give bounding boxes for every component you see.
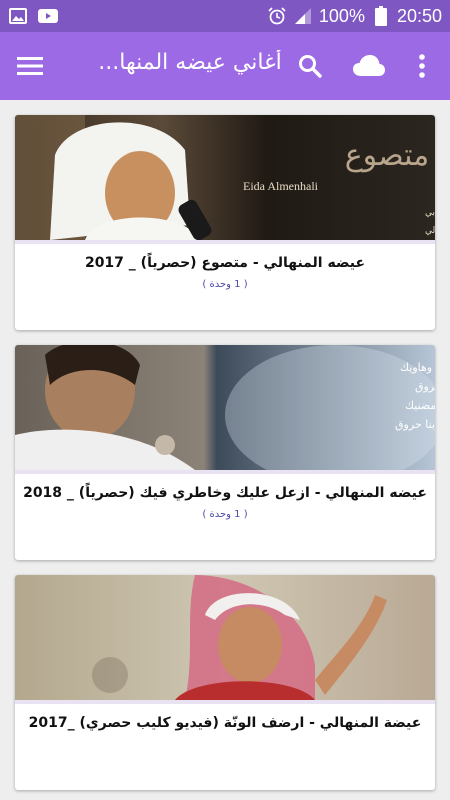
divider	[15, 240, 435, 244]
thumbnail-lyric-line: والشوق مضنيني ومضنيك	[405, 399, 435, 412]
youtube-icon	[38, 7, 58, 25]
song-count: ( 1 وحدة )	[202, 279, 248, 290]
list-item[interactable]: ما دامني مغرم وهاويك وغلاي يجري لك في ال…	[15, 345, 435, 560]
cloud-icon[interactable]	[352, 52, 386, 80]
thumbnail-lyric-line: ما دامني مغرم وهاويك	[400, 361, 435, 374]
song-thumbnail: متصوع Eida Almenhali كلمات : سعيد بن مصل…	[15, 115, 435, 240]
status-bar: 100% 20:50	[0, 0, 450, 32]
thumbnail-calligraphy: متصوع	[345, 138, 430, 173]
thumbnail-credit-composer: الحان : عيضه المنهالي	[425, 226, 435, 236]
song-count: ( 1 وحدة )	[202, 509, 248, 520]
alarm-icon	[267, 7, 287, 25]
list-item[interactable]: متصوع Eida Almenhali كلمات : سعيد بن مصل…	[15, 115, 435, 330]
thumbnail-credit-lyrics: كلمات : سعيد بن مصلح الاحبابي	[425, 208, 435, 218]
image-icon	[8, 7, 28, 25]
more-vert-icon[interactable]	[412, 52, 432, 80]
divider	[15, 470, 435, 474]
thumbnail-lyric-line: وش له نزيد قلوبنا حروق	[395, 418, 435, 431]
search-icon[interactable]	[296, 52, 324, 80]
svg-text:متصوع: متصوع	[345, 138, 430, 173]
thumbnail-artist-name: Eida Almenhali	[243, 179, 319, 193]
battery-percentage: 100%	[318, 5, 365, 26]
song-title: عيضه المنهالي - ازعل عليك وخاطري فيك (حص…	[23, 485, 427, 501]
divider	[15, 700, 435, 704]
song-list: متصوع Eida Almenhali كلمات : سعيد بن مصل…	[0, 100, 450, 800]
song-thumbnail	[15, 575, 435, 700]
signal-icon	[293, 7, 313, 25]
page-title: أغاني عيضه المنها...	[98, 50, 282, 75]
battery-icon	[371, 6, 391, 26]
song-title: عيضه المنهالي - متصوع (حصرياً) _ 2017	[84, 255, 366, 271]
menu-icon[interactable]	[16, 52, 44, 80]
song-title: عيضة المنهالي - ارضف الونّة (فيديو كليب …	[28, 715, 422, 731]
app-bar: أغاني عيضه المنها...	[0, 32, 450, 100]
song-thumbnail: ما دامني مغرم وهاويك وغلاي يجري لك في ال…	[15, 345, 435, 470]
clock: 20:50	[396, 5, 442, 26]
list-item[interactable]: عيضة المنهالي - ارضف الونّة (فيديو كليب …	[15, 575, 435, 790]
thumbnail-lyric-line: وغلاي يجري لك في العروق	[415, 380, 435, 393]
